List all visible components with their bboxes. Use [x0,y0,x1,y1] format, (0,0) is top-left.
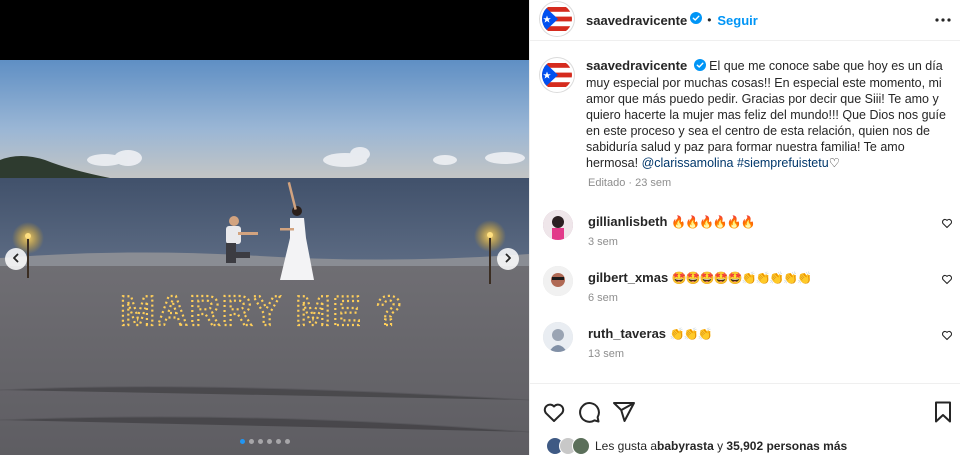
caption-mention[interactable]: @clarissamolina [642,156,734,170]
comment-text: 👏👏👏 [669,327,713,341]
heart-icon [542,403,566,428]
comment-button[interactable] [577,400,601,424]
comment-item: gilbert_xmas 🤩🤩🤩🤩🤩👏👏👏👏👏 6 sem [530,266,960,322]
carousel-indicator [0,439,529,444]
caption-meta: Editado · 23 sem [588,177,672,189]
caption-text: El que me conoce sabe que hoy es un día … [586,59,946,170]
comment-item: ruth_taveras 👏👏👏 13 sem [530,322,960,378]
post-photo: MARRY ME ? [0,60,529,455]
more-options-button[interactable] [935,12,951,33]
heart-icon [941,272,953,289]
heart-icon [941,216,953,233]
carousel-next-button[interactable] [497,248,519,270]
comment-like-button[interactable] [941,216,953,234]
chevron-right-icon [503,250,513,268]
carousel-dot [239,439,245,444]
comment-avatar[interactable] [543,322,573,352]
comment-username[interactable]: ruth_taveras [588,326,666,341]
post-sidebar: saavedravicente • Seguir saavedravicente [529,0,960,456]
likes-suffix[interactable]: personas más [763,439,847,453]
verified-badge-icon [690,11,703,29]
liker-avatars [546,437,590,455]
carousel-dot [275,439,281,444]
comment-time[interactable]: 6 sem [588,292,618,304]
likes-summary: Les gusta a babyrasta y 35,902 personas … [546,437,847,455]
sand-message: MARRY ME ? [120,287,404,334]
comment-avatar[interactable] [543,210,573,240]
comment-item: gillianlisbeth 🔥🔥🔥🔥🔥🔥 3 sem [530,210,960,266]
likes-prefix: Les gusta a [595,439,658,453]
caption-username[interactable]: saavedravicente [586,58,687,73]
follow-button[interactable]: Seguir [717,13,757,28]
comment-username[interactable]: gillianlisbeth [588,214,667,229]
carousel-dot [257,439,263,444]
caption-avatar[interactable] [542,60,572,90]
post-header: saavedravicente • Seguir [530,0,960,41]
chevron-left-icon [11,250,21,268]
like-button[interactable] [542,400,566,424]
carousel-dot [266,439,272,444]
author-username[interactable]: saavedravicente [586,13,687,28]
comment-like-button[interactable] [941,328,953,346]
likes-middle: y [713,439,727,453]
carousel-dot [248,439,254,444]
comment-username[interactable]: gilbert_xmas [588,270,668,285]
more-horizontal-icon [935,15,951,32]
comment-icon [577,402,601,428]
separator-dot: • [707,13,712,27]
avatar [572,437,590,455]
comment-avatar[interactable] [543,266,573,296]
share-button[interactable] [612,400,636,424]
avatar[interactable] [542,4,572,34]
share-icon [612,402,636,428]
comment-text: 🔥🔥🔥🔥🔥🔥 [671,215,756,229]
post-caption: saavedravicente El que me conoce sabe qu… [586,58,946,171]
bookmark-icon [931,401,955,428]
carousel-dot [284,439,290,444]
caption-hashtag[interactable]: #siemprefuistetu [737,156,829,170]
comment-time[interactable]: 13 sem [588,348,624,360]
save-button[interactable] [931,400,955,424]
verified-badge-icon [693,58,706,75]
heart-outline-icon: ♡ [828,154,840,170]
post-actions: Les gusta a babyrasta y 35,902 personas … [530,383,960,456]
comment-time[interactable]: 3 sem [588,236,618,248]
likes-count[interactable]: 35,902 [726,439,763,453]
comment-text: 🤩🤩🤩🤩🤩👏👏👏👏👏 [671,271,812,285]
puerto-rico-flag-icon [542,4,572,34]
post-media: MARRY ME ? [0,0,529,455]
heart-icon [941,328,953,345]
carousel-prev-button[interactable] [5,248,27,270]
likes-user[interactable]: babyrasta [657,439,714,453]
comment-like-button[interactable] [941,272,953,290]
puerto-rico-flag-icon [542,60,572,90]
